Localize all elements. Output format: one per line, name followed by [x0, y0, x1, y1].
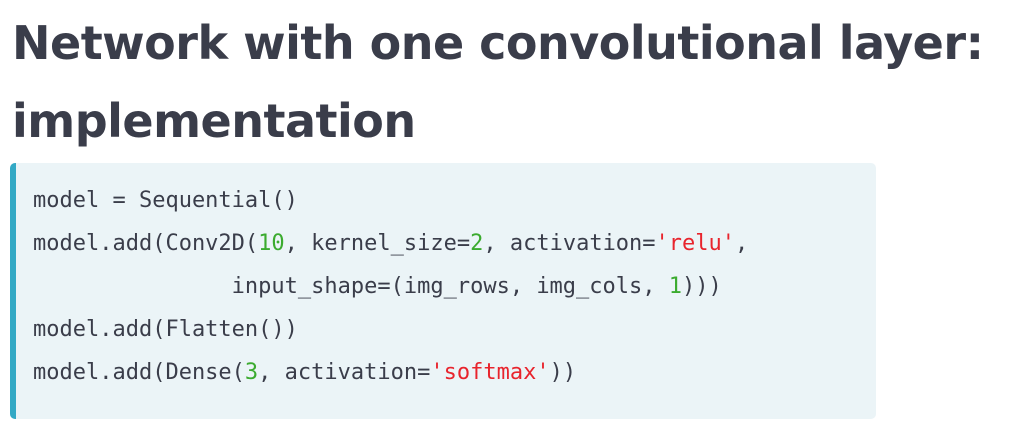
code-token: , activation=	[258, 360, 431, 385]
code-listing: model = Sequential() model.add(Conv2D(10,…	[33, 179, 748, 394]
code-token: , activation=	[483, 231, 656, 256]
code-token: ))	[549, 360, 577, 385]
string-literal: 'softmax'	[430, 360, 550, 385]
code-line-2: model.add(Conv2D(10, kernel_size=2, acti…	[33, 222, 748, 265]
number-literal: 2	[470, 231, 484, 256]
code-token: input_shape=(img_rows, img_cols,	[33, 274, 669, 299]
code-token: , kernel_size=	[284, 231, 471, 256]
code-token: model.add(Conv2D(	[33, 231, 259, 256]
code-token: ,	[735, 231, 749, 256]
code-line-1: model = Sequential()	[33, 179, 748, 222]
code-line-4: model.add(Flatten())	[33, 308, 748, 351]
number-literal: 3	[244, 360, 259, 385]
string-literal: 'relu'	[655, 231, 736, 256]
code-line-3: input_shape=(img_rows, img_cols, 1)))	[33, 265, 748, 308]
code-token: )))	[682, 274, 722, 299]
code-token: model.add(Flatten())	[33, 317, 298, 342]
slide-title-line-1: Network with one convolutional layer:	[12, 16, 984, 70]
slide-title: Network with one convolutional layer: im…	[12, 4, 1012, 160]
slide-title-line-2: implementation	[12, 94, 416, 148]
code-line-5: model.add(Dense(3, activation='softmax')…	[33, 351, 748, 394]
number-literal: 10	[258, 231, 285, 256]
code-token: model = Sequential()	[33, 188, 298, 213]
code-block: model = Sequential() model.add(Conv2D(10,…	[10, 163, 876, 419]
number-literal: 1	[668, 274, 683, 299]
code-token: model.add(Dense(	[33, 360, 245, 385]
